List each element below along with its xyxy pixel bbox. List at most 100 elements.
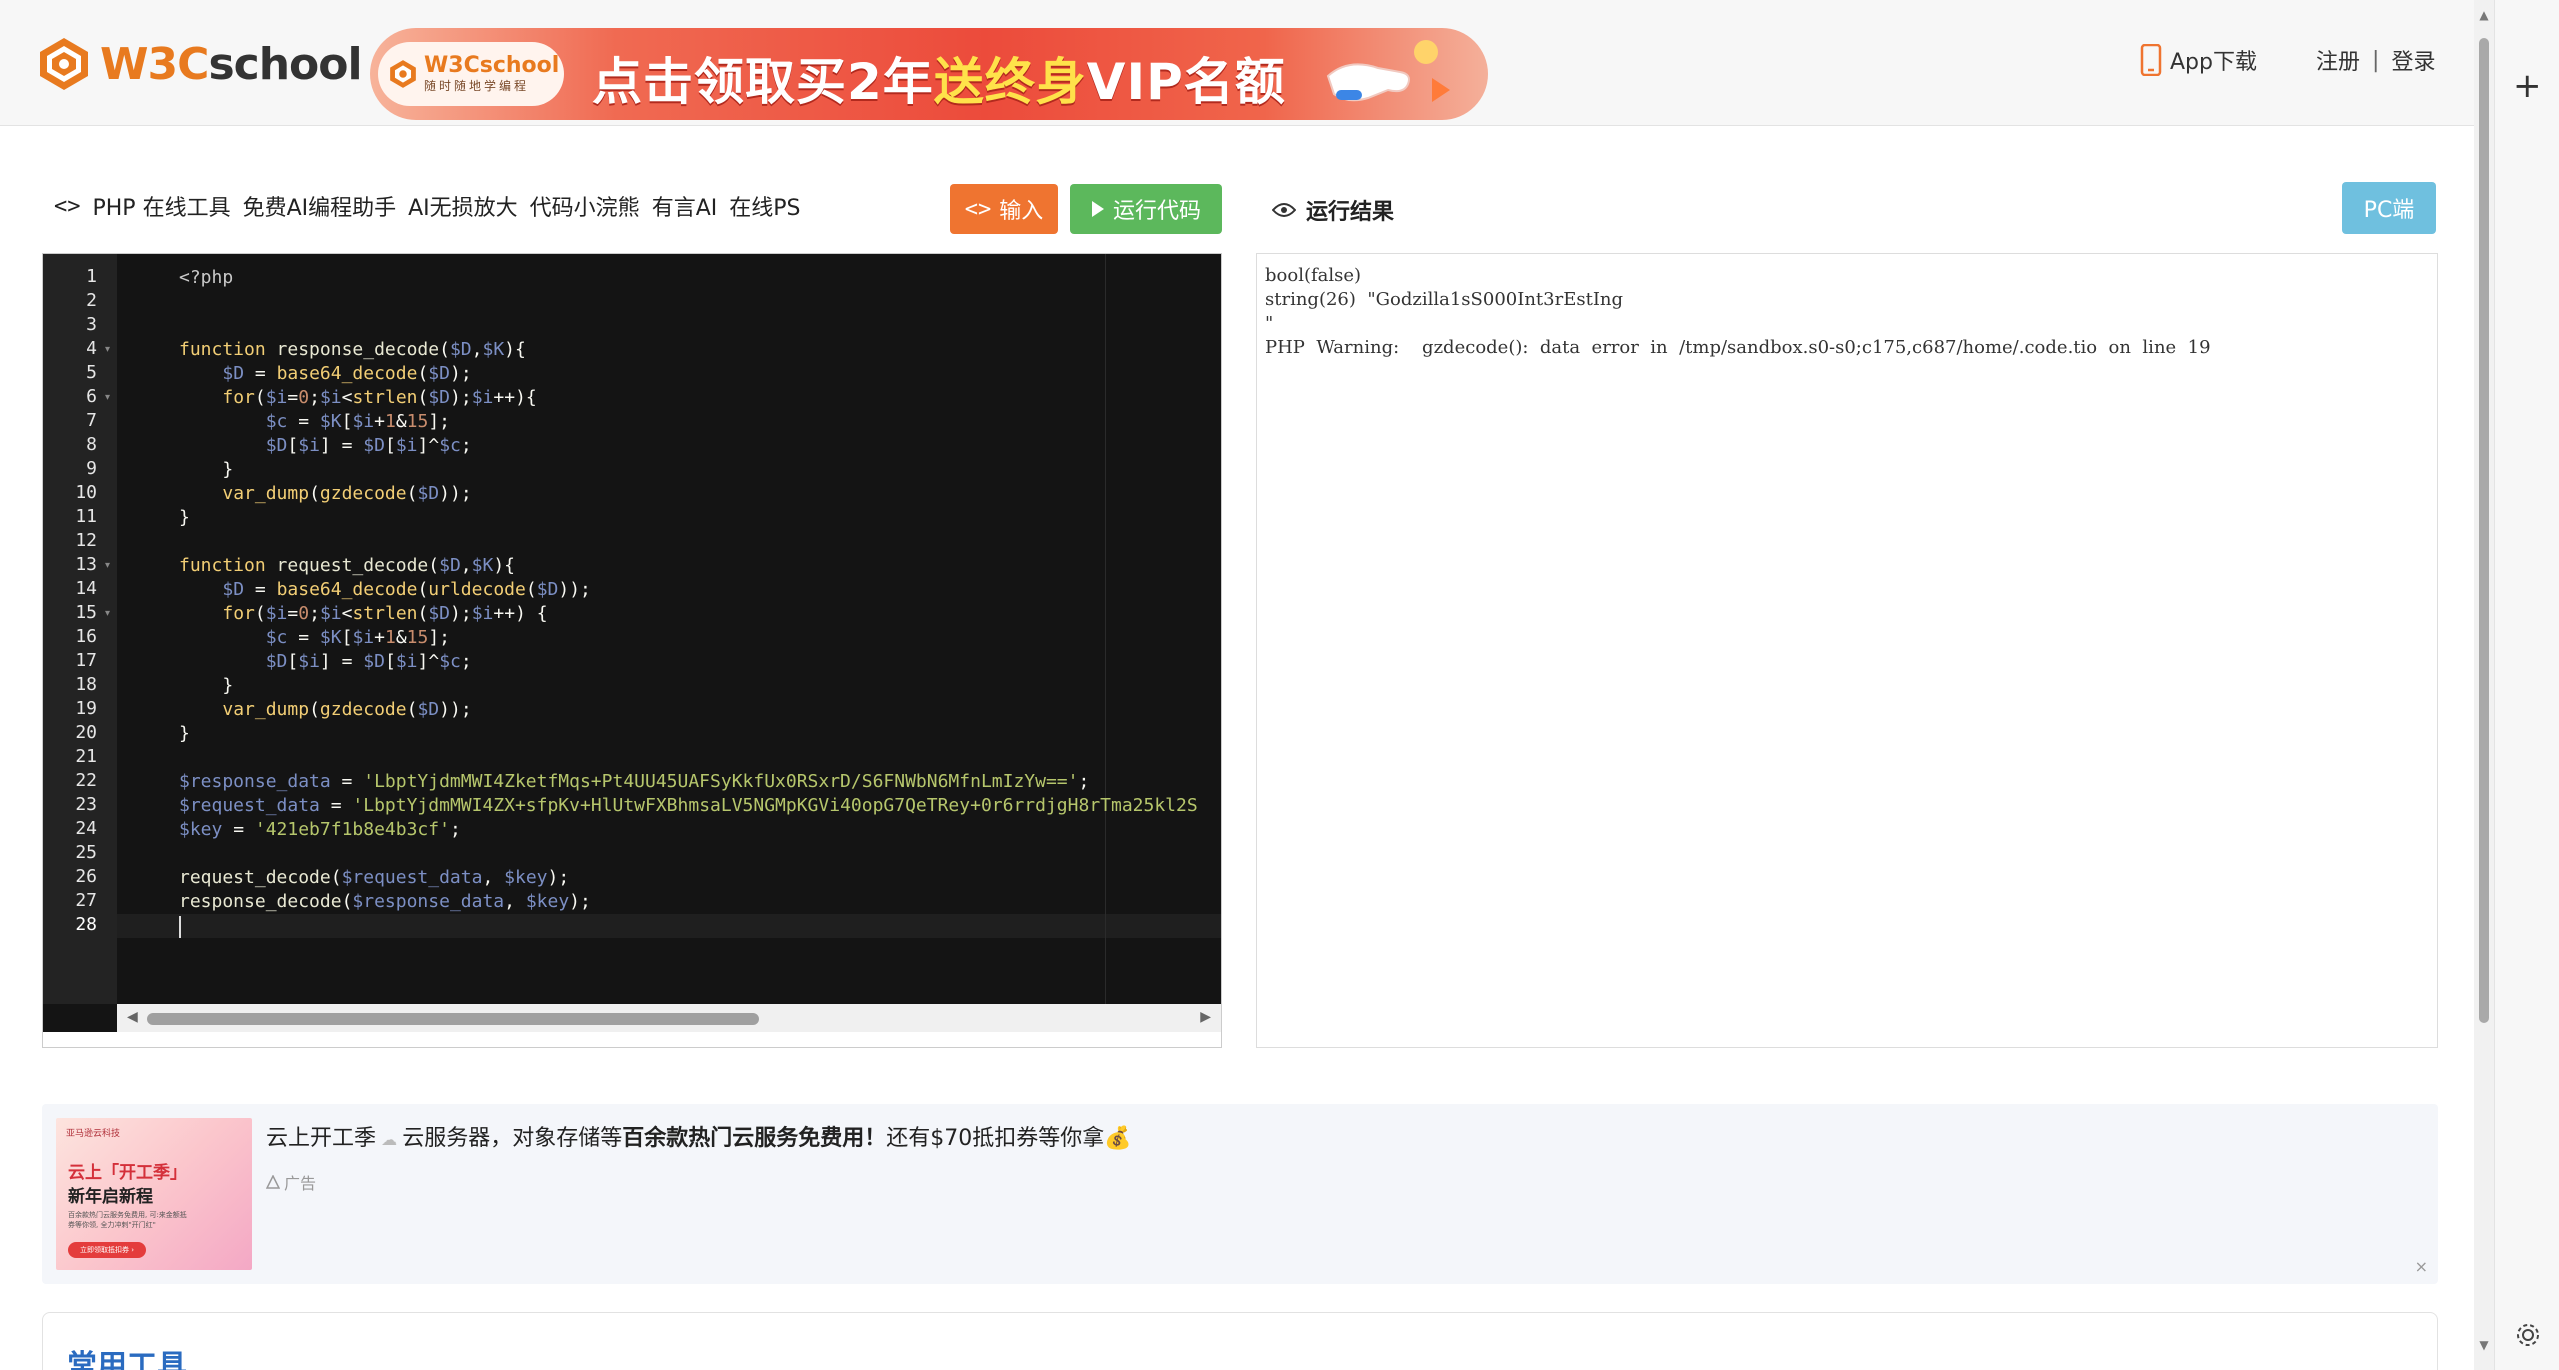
fold-toggle-icon[interactable]: ▾ <box>105 560 110 571</box>
code-line-15: for($i=0;$i<strlen($D);$i++) { <box>222 603 548 624</box>
pc-mode-button[interactable]: PC端 <box>2342 182 2436 234</box>
code-line-18: } <box>179 675 234 696</box>
ad-close-icon[interactable]: × <box>2415 1257 2428 1276</box>
ad-image[interactable]: 亚马逊云科技 云上「开工季」 新年启新程 百余款热门云服务免费用, 可:来金额抵… <box>56 1118 252 1270</box>
code-line-14: $D = base64_decode(urldecode($D)); <box>222 579 591 600</box>
common-tools-title: 常用工具 <box>67 1349 187 1370</box>
scroll-up-arrow-icon[interactable]: ▲ <box>2478 8 2490 22</box>
print-margin <box>1105 254 1106 1004</box>
code-line-6: for($i=0;$i<strlen($D);$i++){ <box>222 387 537 408</box>
line-number: 24 <box>75 818 97 839</box>
code-brackets-icon: <> <box>964 196 992 222</box>
code-line-13: function request_decode($D,$K){ <box>179 555 516 576</box>
editor-scrollbar-thumb[interactable] <box>147 1013 759 1025</box>
code-editor[interactable]: 1 2 3 4 ▾ 5 6 ▾ 7 8 9 10 11 12 13 ▾ 14 15 ▾ 16 17 18 19 20 21 22 2… <box>42 253 1222 1048</box>
ad-image-cta: 立即领取抵扣券 › <box>68 1242 146 1258</box>
php-online-tool-title[interactable]: PHP 在线工具 <box>93 190 231 222</box>
login-link[interactable]: 登录 <box>2391 44 2435 76</box>
ad-banner[interactable]: 亚马逊云科技 云上「开工季」 新年启新程 百余款热门云服务免费用, 可:来金额抵… <box>42 1104 2438 1284</box>
ad-text-bold: 百余款热门云服务免费用！ <box>622 1126 887 1151</box>
line-number: 10 <box>75 482 97 503</box>
banner-badge-text: W3Cschool 随时随地学编程 <box>424 52 560 94</box>
page-scrollbar[interactable]: ▲ ▼ <box>2474 0 2494 1370</box>
vip-promo-banner[interactable]: W3Cschool 随时随地学编程 点击领取买2年送终身VIP名额 <box>370 28 1488 120</box>
ad-tag-label: 广告 <box>284 1174 317 1193</box>
ad-image-brand: 亚马逊云科技 <box>66 1129 121 1139</box>
ai-upscale-link[interactable]: AI无损放大 <box>408 190 518 222</box>
ad-image-subtitle: 新年启新程 <box>68 1187 153 1207</box>
run-code-button[interactable]: 运行代码 <box>1070 184 1222 234</box>
pc-mode-label: PC端 <box>2363 198 2415 223</box>
tool-title-row: <> PHP 在线工具 免费AI编程助手 AI无损放大 代码小浣熊 有言AI 在… <box>54 190 800 222</box>
w3cschool-logo[interactable]: W3Cschool <box>36 36 363 92</box>
ad-text-before: 云上开工季 <box>266 1126 377 1151</box>
money-bag-icon: 💰 <box>1104 1126 1132 1151</box>
code-line-10: var_dump(gzdecode($D)); <box>222 483 472 504</box>
banner-badge-logo: W3Cschool <box>424 52 560 78</box>
ad-triangle-icon <box>266 1175 280 1189</box>
editor-code-area[interactable]: <?php function response_decode($D,$K){ $… <box>117 254 1221 1004</box>
ad-text[interactable]: 云上开工季 ☁ 云服务器，对象存储等百余款热门云服务免费用！还有$70抵扣券等你… <box>266 1120 1132 1152</box>
line-number: 26 <box>75 866 97 887</box>
fold-toggle-icon[interactable]: ▾ <box>105 392 110 403</box>
fold-toggle-icon[interactable]: ▾ <box>105 344 110 355</box>
youyan-ai-link[interactable]: 有言AI <box>652 190 718 222</box>
line-number: 13 <box>75 554 97 575</box>
ad-text-mid: 云服务器，对象存储等 <box>402 1126 623 1151</box>
app-download-label: App下载 <box>2170 50 2257 75</box>
ai-coding-assistant-link[interactable]: 免费AI编程助手 <box>243 190 397 222</box>
code-line-19: var_dump(gzdecode($D)); <box>222 699 472 720</box>
online-ps-link[interactable]: 在线PS <box>729 190 800 222</box>
code-line-27: response_decode($response_data, $key); <box>179 891 591 912</box>
gear-icon[interactable] <box>2515 1322 2541 1348</box>
app-download-link[interactable]: App下载 <box>2140 44 2257 76</box>
line-number: 11 <box>75 506 97 527</box>
text-cursor <box>179 916 181 938</box>
line-number: 8 <box>86 434 97 455</box>
line-number: 7 <box>86 410 97 431</box>
line-number: 4 <box>86 338 97 359</box>
page-scrollbar-thumb[interactable] <box>2479 38 2489 1023</box>
editor-gutter: 1 2 3 4 ▾ 5 6 ▾ 7 8 9 10 11 12 13 ▾ 14 15 ▾ 16 17 18 19 20 21 22 2… <box>43 254 117 1004</box>
input-button[interactable]: <> 输入 <box>950 184 1058 234</box>
banner-text-after: VIP名额 <box>1086 53 1286 111</box>
register-link[interactable]: 注册 <box>2316 44 2360 76</box>
active-line-highlight <box>117 914 1221 938</box>
editor-horizontal-scrollbar[interactable]: ◀ ▶ <box>117 1004 1221 1032</box>
code-line-26: request_decode($request_data, $key); <box>179 867 570 888</box>
code-line-11: } <box>179 507 190 528</box>
code-line-16: $c = $K[$i+1&15]; <box>265 627 451 648</box>
scroll-left-arrow-icon[interactable]: ◀ <box>127 1009 138 1025</box>
line-number: 23 <box>75 794 97 815</box>
banner-logo-icon <box>390 60 416 88</box>
line-number: 20 <box>75 722 97 743</box>
eye-icon <box>1272 203 1296 217</box>
line-number: 14 <box>75 578 97 599</box>
logo-text: W3Cschool <box>100 39 363 90</box>
code-line-5: $D = base64_decode($D); <box>222 363 472 384</box>
fold-toggle-icon[interactable]: ▾ <box>105 608 110 619</box>
code-line-22: $response_data = 'LbptYjdmMWI4ZketfMqs+P… <box>179 771 1090 792</box>
line-number: 3 <box>86 314 97 335</box>
banner-badge: W3Cschool 随时随地学编程 <box>378 42 564 106</box>
result-title-label: 运行结果 <box>1306 200 1395 225</box>
line-number: 15 <box>75 602 97 623</box>
line-number: 2 <box>86 290 97 311</box>
auth-links: 注册 | 登录 <box>2316 44 2435 76</box>
line-number: 6 <box>86 386 97 407</box>
code-raccoon-link[interactable]: 代码小浣熊 <box>530 190 640 222</box>
code-line-20: } <box>179 723 190 744</box>
line-number: 1 <box>86 266 97 287</box>
scroll-down-arrow-icon[interactable]: ▼ <box>2478 1338 2490 1352</box>
scroll-right-arrow-icon[interactable]: ▶ <box>1200 1009 1211 1025</box>
line-number: 18 <box>75 674 97 695</box>
ad-image-desc: 百余款热门云服务免费用, 可:来金额抵券等你领, 全力冲刺"开门红" <box>68 1211 187 1229</box>
line-number: 27 <box>75 890 97 911</box>
code-line-24: $key = '421eb7f1b8e4b3cf'; <box>179 819 461 840</box>
code-line-17: $D[$i] = $D[$i]^$c; <box>265 651 472 672</box>
input-button-label: 输入 <box>999 199 1044 224</box>
line-number: 22 <box>75 770 97 791</box>
line-number: 17 <box>75 650 97 671</box>
add-icon[interactable]: + <box>2513 66 2542 106</box>
line-number: 12 <box>75 530 97 551</box>
